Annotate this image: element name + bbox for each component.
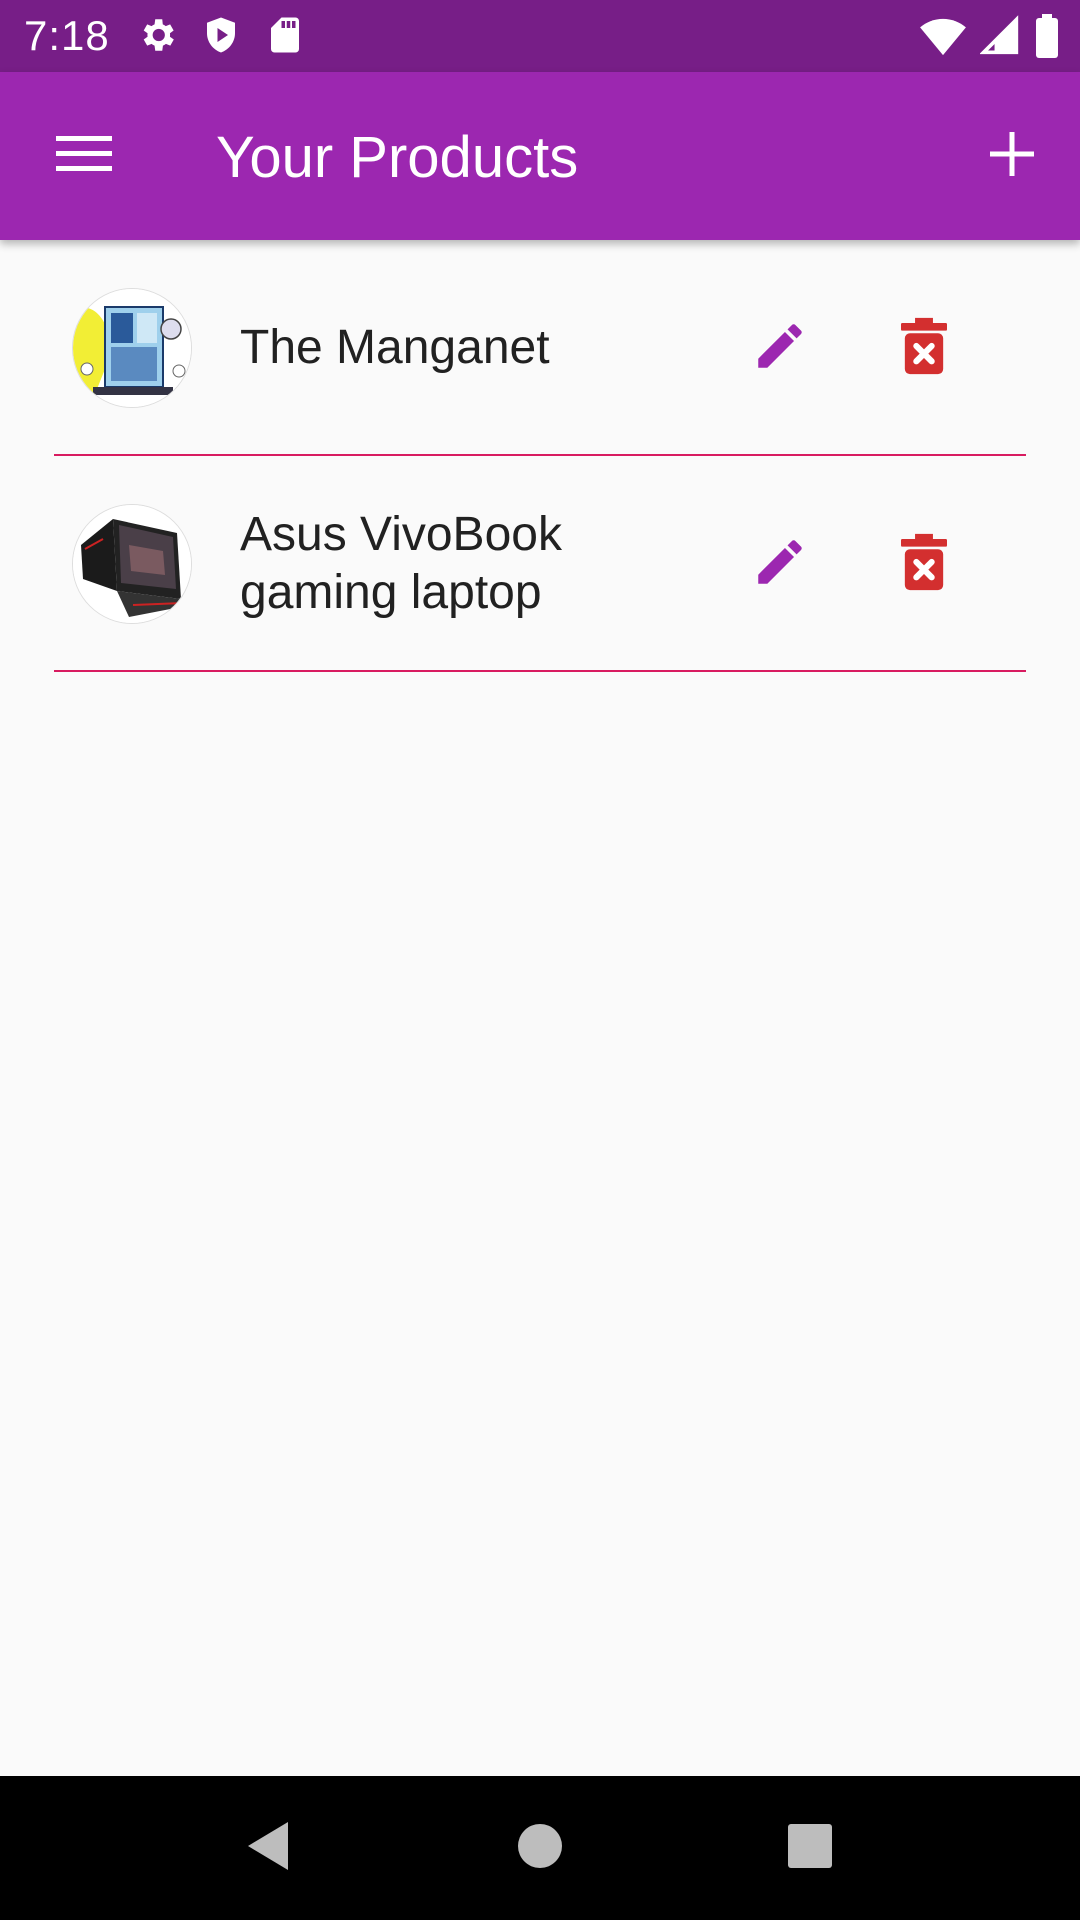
cell-signal-icon	[980, 15, 1020, 57]
status-icons-left	[136, 14, 306, 56]
list-item: The Manganet	[0, 240, 1080, 456]
system-nav-bar	[0, 1776, 1080, 1920]
laptop-thumbnail	[72, 504, 192, 624]
status-icons-right	[920, 14, 1060, 58]
battery-icon	[1034, 14, 1060, 58]
page-title: Your Products	[216, 125, 579, 190]
product-title: Asus VivoBook gaming laptop	[240, 508, 562, 619]
shield-play-icon	[200, 14, 242, 56]
gear-icon	[136, 14, 178, 56]
edit-button[interactable]	[740, 312, 820, 384]
back-triangle-icon	[244, 1820, 292, 1877]
recents-square-icon	[786, 1822, 834, 1875]
plus-icon	[990, 131, 1034, 181]
recents-button[interactable]	[778, 1816, 842, 1880]
list-item: Asus VivoBook gaming laptop	[0, 456, 1080, 672]
app-bar: Your Products	[0, 72, 1080, 240]
status-bar: 7:18	[0, 0, 1080, 72]
home-button[interactable]	[508, 1816, 572, 1880]
pencil-icon	[751, 533, 809, 596]
back-button[interactable]	[236, 1816, 300, 1880]
edit-button[interactable]	[740, 528, 820, 600]
pencil-icon	[751, 317, 809, 380]
product-title: The Manganet	[240, 321, 550, 374]
manga-thumbnail	[72, 288, 192, 408]
menu-button[interactable]	[40, 118, 128, 194]
hamburger-menu-icon	[56, 134, 112, 179]
delete-button[interactable]	[884, 312, 964, 384]
trash-x-icon	[901, 317, 947, 380]
home-circle-icon	[516, 1822, 564, 1875]
sd-card-icon	[264, 14, 306, 56]
divider	[54, 670, 1026, 672]
wifi-icon	[920, 15, 966, 57]
add-product-button[interactable]	[968, 112, 1056, 200]
trash-x-icon	[901, 533, 947, 596]
delete-button[interactable]	[884, 528, 964, 600]
product-list: The Manganet Asus VivoBook gaming laptop	[0, 240, 1080, 672]
status-time: 7:18	[24, 12, 110, 59]
